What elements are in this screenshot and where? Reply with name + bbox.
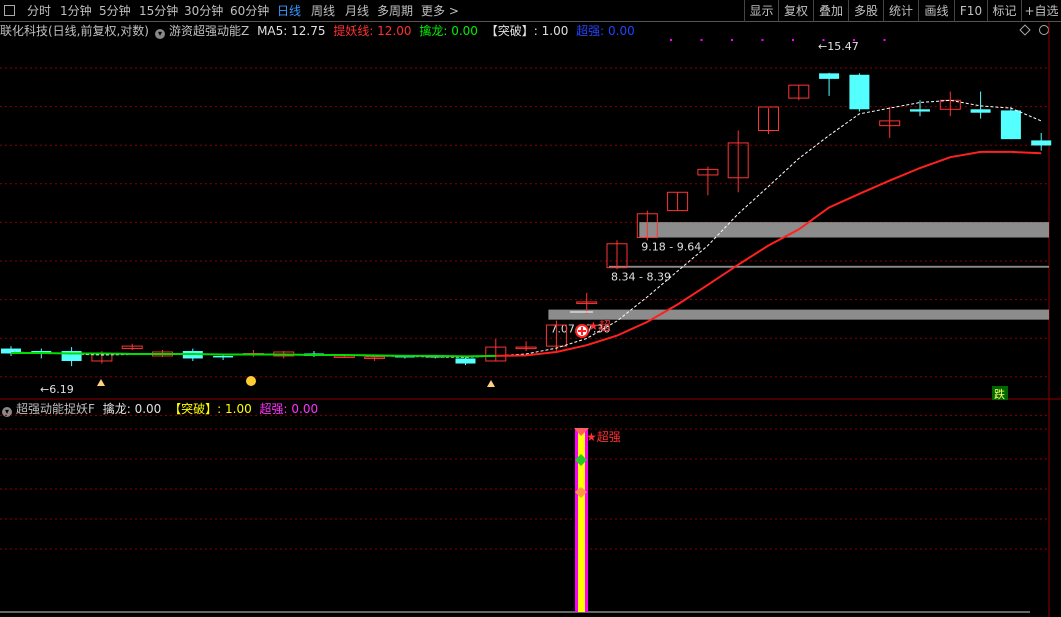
candle-body-34 xyxy=(1031,140,1052,146)
marker-icon-1 xyxy=(487,380,495,387)
money-bag-icon xyxy=(246,376,256,386)
sub-chao-label: ★超强 xyxy=(586,429,621,444)
candle-body-7 xyxy=(213,355,234,358)
candle-body-15 xyxy=(455,358,476,364)
signal-dot xyxy=(883,39,886,41)
signal-dot xyxy=(761,39,764,41)
marker-icon-0 xyxy=(97,379,105,386)
zone-band-2 xyxy=(548,309,1049,320)
kline-chart[interactable]: 9.18 - 9.648.34 - 8.397.07 - 7.30←6.19←1… xyxy=(0,0,1061,617)
high-price-label: ←15.47 xyxy=(818,40,859,53)
candle-body-27 xyxy=(819,73,840,79)
die-label: 跌 xyxy=(994,387,1005,401)
zone-band-0 xyxy=(639,222,1049,238)
signal-dot xyxy=(792,39,794,41)
zone-label-0: 9.18 - 9.64 xyxy=(641,241,701,254)
candle-body-33 xyxy=(1000,110,1021,140)
chao-label: ★超 xyxy=(588,318,611,333)
candle-body-32 xyxy=(970,109,991,113)
signal-dot xyxy=(700,39,703,41)
zone-label-1: 8.34 - 8.39 xyxy=(611,271,671,284)
candle-body-30 xyxy=(910,109,930,112)
zone-band-1 xyxy=(609,265,1049,268)
low-price-label: ←6.19 xyxy=(40,383,74,396)
candle-body-28 xyxy=(849,74,870,110)
signal-dot xyxy=(670,39,672,41)
signal-dot xyxy=(731,39,733,41)
